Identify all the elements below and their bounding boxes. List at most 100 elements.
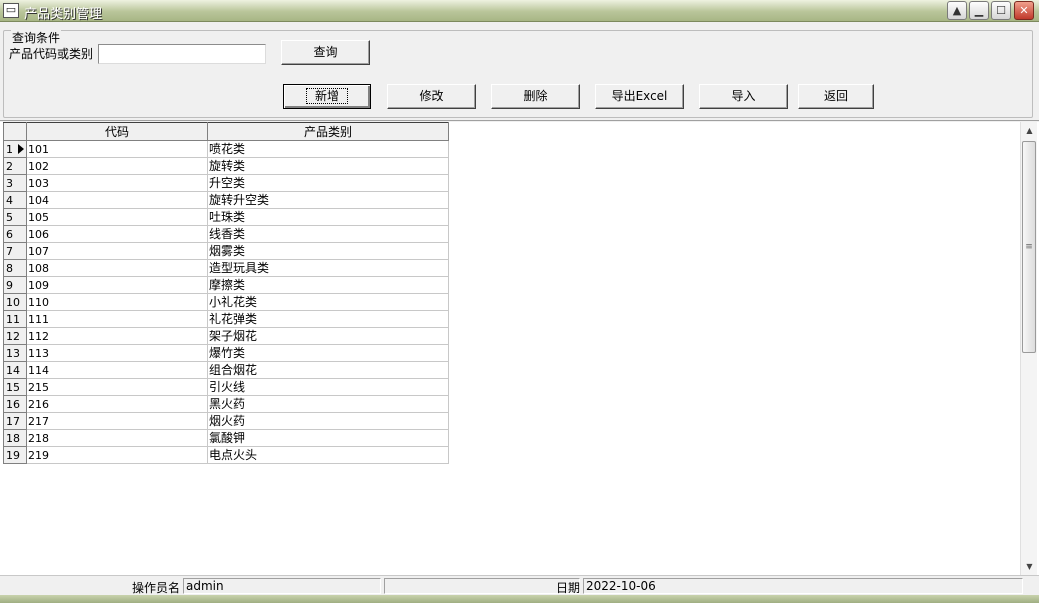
search-input[interactable]	[98, 44, 266, 64]
column-header-code[interactable]: 代码	[26, 122, 208, 141]
cell-code[interactable]: 111	[26, 310, 208, 328]
row-header[interactable]: 9	[3, 276, 27, 294]
row-header[interactable]: 5	[3, 208, 27, 226]
close-icon[interactable]: ✕	[1014, 1, 1034, 20]
row-header[interactable]: 15	[3, 378, 27, 396]
title-bar[interactable]: ▭ 产品类别管理 ▲ ▁ ☐ ✕	[0, 0, 1039, 22]
row-header[interactable]: 13	[3, 344, 27, 362]
table-row[interactable]: 4 104 旋转升空类	[3, 191, 449, 209]
cell-code[interactable]: 219	[26, 446, 208, 464]
cell-code[interactable]: 107	[26, 242, 208, 260]
table-row[interactable]: 18 218 氯酸钾	[3, 429, 449, 447]
cell-code[interactable]: 102	[26, 157, 208, 175]
search-button[interactable]: 查询	[281, 40, 370, 65]
table-row[interactable]: 9 109 摩擦类	[3, 276, 449, 294]
row-header[interactable]: 2	[3, 157, 27, 175]
cell-code[interactable]: 105	[26, 208, 208, 226]
minimize-icon[interactable]: ▁	[969, 1, 989, 20]
table-row[interactable]: 7 107 烟雾类	[3, 242, 449, 260]
table-row[interactable]: 15 215 引火线	[3, 378, 449, 396]
add-button[interactable]: 新增	[283, 84, 371, 109]
delete-button[interactable]: 删除	[491, 84, 580, 109]
cell-code[interactable]: 106	[26, 225, 208, 243]
maximize-icon[interactable]: ☐	[991, 1, 1011, 20]
cell-category[interactable]: 线香类	[207, 225, 449, 243]
cell-category[interactable]: 小礼花类	[207, 293, 449, 311]
cell-category[interactable]: 烟火药	[207, 412, 449, 430]
table-row[interactable]: 12 112 架子烟花	[3, 327, 449, 345]
row-header[interactable]: 4	[3, 191, 27, 209]
row-header[interactable]: 3	[3, 174, 27, 192]
import-button[interactable]: 导入	[699, 84, 788, 109]
table-row[interactable]: 5 105 吐珠类	[3, 208, 449, 226]
cell-code[interactable]: 112	[26, 327, 208, 345]
row-header[interactable]: 17	[3, 412, 27, 430]
cell-code[interactable]: 113	[26, 344, 208, 362]
cell-category[interactable]: 引火线	[207, 378, 449, 396]
window-menu-icon[interactable]: ▭	[3, 3, 19, 18]
cell-code[interactable]: 216	[26, 395, 208, 413]
scroll-thumb[interactable]: ≡	[1022, 141, 1036, 353]
cell-code[interactable]: 110	[26, 293, 208, 311]
data-grid[interactable]: 代码 产品类别 1 101 喷花类 2 102 旋转类 3 103 升空类 4 104 旋转升空类 5 1…	[3, 122, 449, 464]
back-button[interactable]: 返回	[798, 84, 874, 109]
cell-category[interactable]: 旋转类	[207, 157, 449, 175]
column-header-category[interactable]: 产品类别	[207, 122, 449, 141]
table-row[interactable]: 19 219 电点火头	[3, 446, 449, 464]
cell-category[interactable]: 氯酸钾	[207, 429, 449, 447]
table-row[interactable]: 10 110 小礼花类	[3, 293, 449, 311]
table-row[interactable]: 11 111 礼花弹类	[3, 310, 449, 328]
cell-category[interactable]: 喷花类	[207, 140, 449, 158]
cell-category[interactable]: 组合烟花	[207, 361, 449, 379]
cell-category[interactable]: 摩擦类	[207, 276, 449, 294]
table-row[interactable]: 1 101 喷花类	[3, 140, 449, 158]
table-row[interactable]: 13 113 爆竹类	[3, 344, 449, 362]
row-header[interactable]: 1	[3, 140, 27, 158]
row-header[interactable]: 14	[3, 361, 27, 379]
export-excel-button[interactable]: 导出Excel	[595, 84, 684, 109]
cell-code[interactable]: 218	[26, 429, 208, 447]
row-header[interactable]: 18	[3, 429, 27, 447]
row-header[interactable]: 8	[3, 259, 27, 277]
vertical-scrollbar[interactable]: ▲ ≡ ▼	[1020, 122, 1037, 575]
table-row[interactable]: 2 102 旋转类	[3, 157, 449, 175]
table-row[interactable]: 16 216 黑火药	[3, 395, 449, 413]
table-row[interactable]: 3 103 升空类	[3, 174, 449, 192]
row-header[interactable]: 6	[3, 225, 27, 243]
cell-category[interactable]: 黑火药	[207, 395, 449, 413]
row-header-corner[interactable]	[3, 122, 27, 141]
scroll-up-arrow-icon[interactable]: ▲	[1021, 122, 1038, 139]
query-field-label: 产品代码或类别	[9, 47, 94, 61]
table-row[interactable]: 14 114 组合烟花	[3, 361, 449, 379]
cell-category[interactable]: 造型玩具类	[207, 259, 449, 277]
table-row[interactable]: 17 217 烟火药	[3, 412, 449, 430]
scroll-down-arrow-icon[interactable]: ▼	[1021, 558, 1038, 575]
cell-code[interactable]: 104	[26, 191, 208, 209]
scroll-up-icon[interactable]: ▲	[947, 1, 967, 20]
table-row[interactable]: 6 106 线香类	[3, 225, 449, 243]
cell-category[interactable]: 烟雾类	[207, 242, 449, 260]
cell-code[interactable]: 109	[26, 276, 208, 294]
cell-code[interactable]: 108	[26, 259, 208, 277]
row-header[interactable]: 12	[3, 327, 27, 345]
cell-category[interactable]: 礼花弹类	[207, 310, 449, 328]
cell-code[interactable]: 215	[26, 378, 208, 396]
row-header[interactable]: 10	[3, 293, 27, 311]
cell-code[interactable]: 217	[26, 412, 208, 430]
data-grid-area[interactable]: 代码 产品类别 1 101 喷花类 2 102 旋转类 3 103 升空类 4 104 旋转升空类 5 1…	[0, 122, 1039, 575]
row-header[interactable]: 11	[3, 310, 27, 328]
row-header[interactable]: 7	[3, 242, 27, 260]
cell-code[interactable]: 103	[26, 174, 208, 192]
table-row[interactable]: 8 108 造型玩具类	[3, 259, 449, 277]
row-header[interactable]: 19	[3, 446, 27, 464]
cell-category[interactable]: 架子烟花	[207, 327, 449, 345]
cell-category[interactable]: 爆竹类	[207, 344, 449, 362]
row-header[interactable]: 16	[3, 395, 27, 413]
cell-category[interactable]: 电点火头	[207, 446, 449, 464]
cell-category[interactable]: 升空类	[207, 174, 449, 192]
cell-code[interactable]: 101	[26, 140, 208, 158]
cell-code[interactable]: 114	[26, 361, 208, 379]
cell-category[interactable]: 旋转升空类	[207, 191, 449, 209]
edit-button[interactable]: 修改	[387, 84, 476, 109]
cell-category[interactable]: 吐珠类	[207, 208, 449, 226]
